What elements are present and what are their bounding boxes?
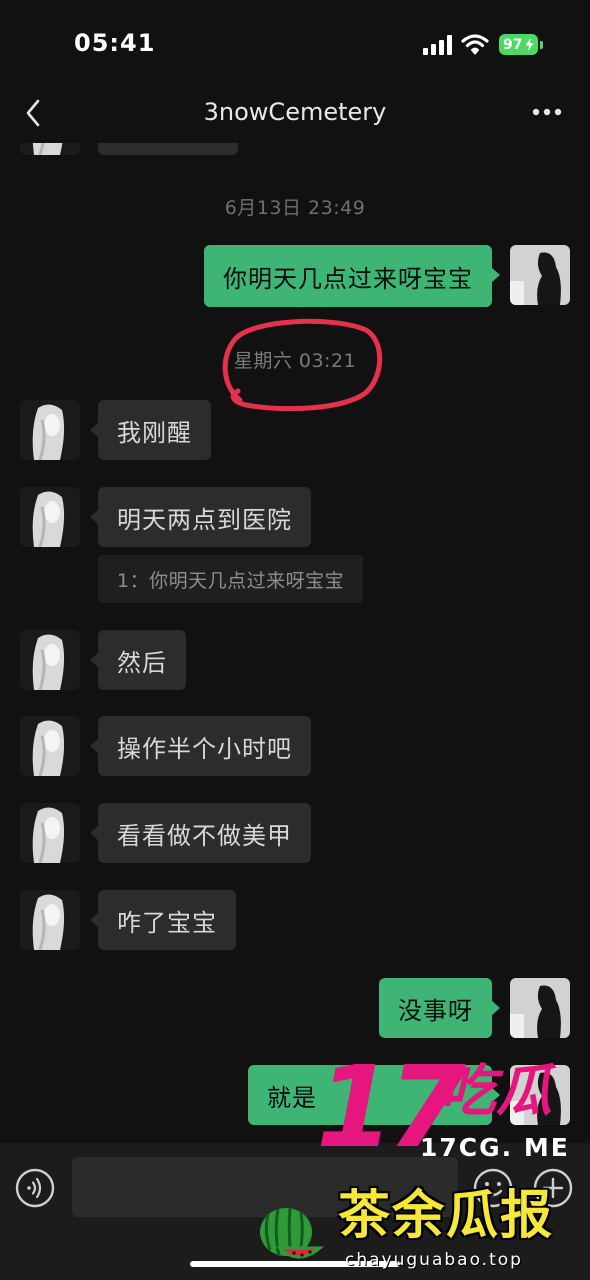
chat-title: 3nowCemetery	[203, 98, 387, 126]
status-bar: 05:41 97	[0, 0, 590, 80]
message-bubble[interactable]: 没事呀	[379, 978, 500, 1038]
more-button[interactable]	[529, 102, 565, 122]
nav-bar: 3nowCemetery	[0, 80, 590, 143]
avatar[interactable]	[20, 890, 80, 950]
charging-bolt-icon	[525, 38, 534, 51]
message-row: 看看做不做美甲	[0, 803, 590, 863]
battery-level: 97	[503, 36, 523, 53]
message-row: 咋了宝宝	[0, 890, 590, 950]
message-bubble[interactable]: 然后	[90, 630, 186, 690]
avatar[interactable]	[20, 400, 80, 460]
message-row: 你明天几点过来呀宝宝	[0, 245, 590, 307]
more-dots-icon	[532, 108, 562, 116]
status-time: 05:41	[74, 29, 156, 57]
message-bubble[interactable]: 看看做不做美甲	[90, 803, 311, 863]
avatar[interactable]	[20, 630, 80, 690]
avatar[interactable]	[20, 487, 80, 547]
message-row: 我刚醒	[0, 400, 590, 460]
quote-bubble[interactable]: 1：你明天几点过来呀宝宝	[98, 555, 364, 603]
message-bubble[interactable]: 你明天几点过来呀宝宝	[204, 245, 500, 307]
watermark-brand-domain: chayuguabao.top	[345, 1250, 523, 1270]
message-bubble[interactable]: 明天两点到医院	[90, 487, 311, 547]
message-row: 操作半个小时吧	[0, 716, 590, 776]
watermark-brand: 茶余瓜报	[338, 1186, 555, 1246]
avatar[interactable]	[510, 245, 570, 305]
battery-charging-icon: 97	[499, 34, 538, 55]
message-row: 没事呀	[0, 978, 590, 1038]
signal-icon	[423, 35, 452, 55]
message-bubble[interactable]: 操作半个小时吧	[90, 716, 311, 776]
chat-screen: 05:41 97 3nowCemetery 6月13日 23:49 你明天几点过…	[0, 0, 590, 1280]
red-circle-annotation	[222, 318, 383, 412]
watermark-logo-text: 吃瓜	[440, 1059, 552, 1124]
message-row: 然后	[0, 630, 590, 690]
wifi-icon	[461, 34, 489, 55]
avatar[interactable]	[510, 978, 570, 1038]
watermark-domain: 17CG. ME	[420, 1133, 570, 1162]
message-row: 明天两点到医院	[0, 487, 590, 547]
voice-button[interactable]	[15, 1168, 55, 1208]
timestamp: 6月13日 23:49	[224, 197, 366, 219]
message-bubble[interactable]: 咋了宝宝	[90, 890, 236, 950]
message-bubble[interactable]: 我刚醒	[90, 400, 211, 460]
watermelon-icon	[260, 1207, 324, 1259]
voice-icon	[15, 1168, 55, 1208]
avatar[interactable]	[20, 716, 80, 776]
avatar[interactable]	[20, 803, 80, 863]
battery-nub	[540, 41, 543, 49]
